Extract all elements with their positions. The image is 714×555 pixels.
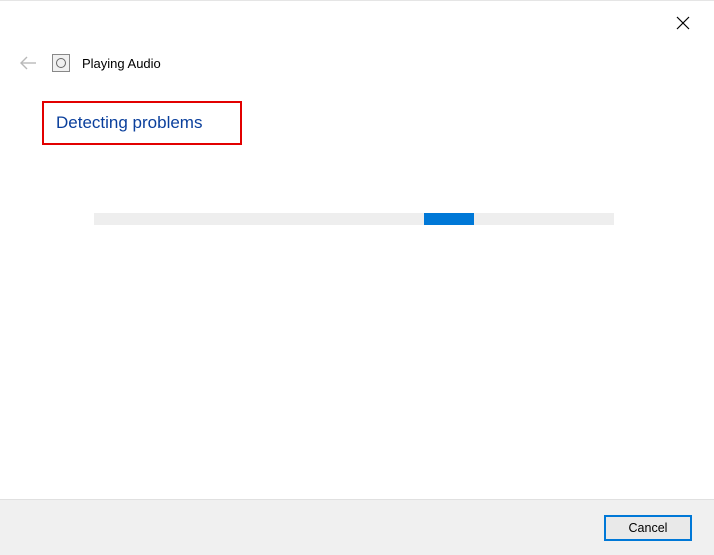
progress-indicator [424, 213, 474, 225]
close-button[interactable] [676, 15, 692, 31]
back-arrow-icon [19, 56, 37, 70]
troubleshooter-icon [52, 54, 70, 72]
progress-bar [94, 213, 614, 225]
status-highlight: Detecting problems [42, 101, 242, 145]
back-button [18, 53, 38, 73]
page-title: Playing Audio [82, 56, 161, 71]
close-icon [676, 16, 690, 30]
cancel-button[interactable]: Cancel [604, 515, 692, 541]
footer: Cancel [0, 499, 714, 555]
status-text: Detecting problems [56, 113, 202, 133]
header: Playing Audio [18, 53, 161, 73]
